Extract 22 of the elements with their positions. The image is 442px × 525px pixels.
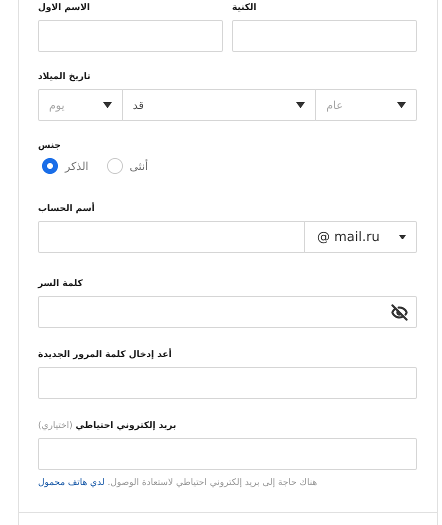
radio-button[interactable]: [42, 158, 58, 174]
field-label: الاسم الاول: [38, 3, 92, 13]
field-label: بريد إلكتروني احتياطي (اختياري): [38, 421, 178, 431]
field-label: الكنية: [232, 3, 258, 13]
input-field[interactable]: [38, 438, 417, 470]
field-label: أسم الحساب: [38, 204, 96, 214]
radio-option[interactable]: أنثى: [106, 158, 148, 174]
radio-option[interactable]: الذكر: [42, 158, 88, 174]
input-field[interactable]: [232, 20, 417, 52]
input-field[interactable]: [38, 20, 223, 52]
password-field[interactable]: [38, 296, 417, 328]
caret-icon: [399, 234, 406, 240]
input-field[interactable]: [38, 367, 417, 399]
hint-text: هناك حاجة إلى بريد إلكتروني احتياطي لاستعادة الوصول. لدي هاتف محمول: [38, 478, 318, 488]
field-label: أعد إدخال كلمة المرور الجديدة: [38, 350, 173, 360]
field-label: جنس: [38, 141, 62, 151]
account-field[interactable]: @ mail.ru: [38, 221, 417, 253]
hide-password-icon[interactable]: [391, 304, 408, 320]
domain-select[interactable]: @ mail.ru: [304, 222, 416, 252]
field-label: كلمة السر: [38, 279, 84, 289]
phone-link[interactable]: لدي هاتف محمول: [38, 478, 105, 488]
field-label: تاريخ الميلاد: [38, 72, 92, 82]
